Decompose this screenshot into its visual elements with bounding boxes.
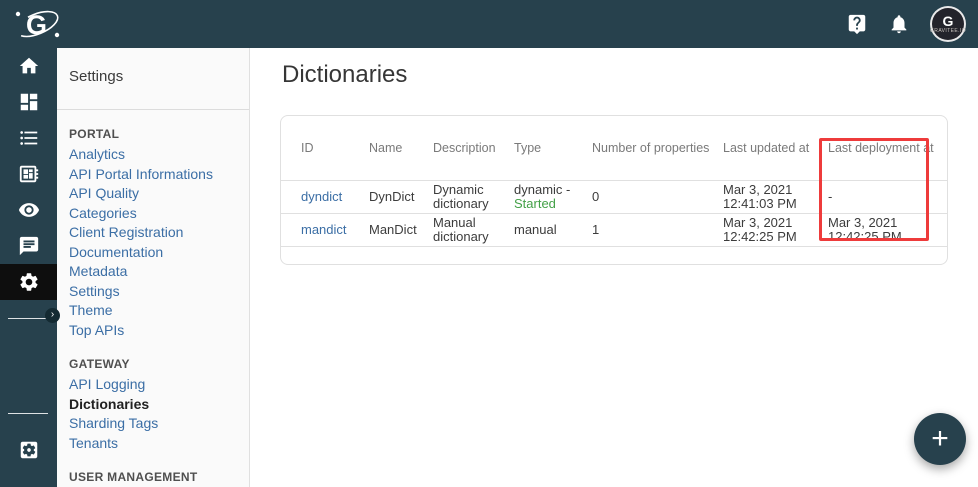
- help-icon[interactable]: [846, 13, 868, 35]
- sidebar-title: Settings: [57, 48, 249, 109]
- rail-applications-board-icon[interactable]: [0, 156, 57, 192]
- type-label: dynamic -: [514, 182, 570, 197]
- notifications-bell-icon[interactable]: [888, 13, 910, 35]
- sidebar-collapse-chevron-icon[interactable]: ›: [45, 308, 60, 323]
- user-avatar[interactable]: G GRAVITEE.IO: [930, 6, 966, 42]
- section-label-user-management: USER MANAGEMENT: [69, 470, 249, 484]
- table-header-row: ID Name Description Type Number of prope…: [281, 116, 948, 180]
- col-header-last-updated-at: Last updated at: [723, 116, 828, 180]
- cell-description: Dynamic dictionary: [433, 180, 514, 213]
- sidebar-divider: [57, 109, 249, 110]
- cell-name: DynDict: [369, 180, 433, 213]
- type-label: manual: [514, 222, 557, 237]
- dictionary-link-dyndict[interactable]: dyndict: [301, 189, 342, 204]
- sidebar-item-api-quality[interactable]: API Quality: [69, 184, 249, 204]
- rail-apis-list-icon[interactable]: [0, 120, 57, 156]
- rail-organization-settings-icon[interactable]: [0, 439, 57, 461]
- section-label-gateway: GATEWAY: [69, 357, 249, 371]
- table-row-mandict[interactable]: mandict ManDict Manual dictionary manual…: [281, 213, 948, 246]
- sidebar-item-settings[interactable]: Settings: [69, 282, 249, 302]
- sidebar-section-gateway: GATEWAY API Logging Dictionaries Shardin…: [57, 357, 249, 453]
- section-label-portal: PORTAL: [69, 127, 249, 141]
- sidebar-section-user-management: USER MANAGEMENT: [57, 470, 249, 484]
- rail-home-icon[interactable]: [0, 48, 57, 84]
- rail-divider: [8, 318, 48, 319]
- col-header-number-of-properties: Number of properties: [592, 116, 723, 180]
- cell-last-deployment: -: [828, 180, 948, 213]
- sidebar-item-sharding-tags[interactable]: Sharding Tags: [69, 414, 249, 434]
- sidebar-item-client-registration[interactable]: Client Registration: [69, 223, 249, 243]
- avatar-caption: GRAVITEE.IO: [930, 28, 966, 34]
- sidebar-item-tenants[interactable]: Tenants: [69, 434, 249, 454]
- dictionaries-table: ID Name Description Type Number of prope…: [281, 116, 948, 247]
- cell-type: dynamic - Started: [514, 180, 592, 213]
- table-row-dyndict[interactable]: dyndict DynDict Dynamic dictionary dynam…: [281, 180, 948, 213]
- sidebar-item-categories[interactable]: Categories: [69, 204, 249, 224]
- dictionary-link-mandict[interactable]: mandict: [301, 222, 347, 237]
- cell-type: manual: [514, 213, 592, 246]
- status-started: Started: [514, 196, 556, 211]
- top-header-bar: G G GRAVITEE.IO: [0, 0, 978, 48]
- col-header-description: Description: [433, 116, 514, 180]
- sidebar-item-analytics[interactable]: Analytics: [69, 145, 249, 165]
- page-title: Dictionaries: [282, 61, 407, 89]
- gravitee-logo-icon: G: [10, 2, 68, 46]
- sidebar-item-theme[interactable]: Theme: [69, 301, 249, 321]
- plus-icon: +: [931, 422, 949, 455]
- rail-dashboard-icon[interactable]: [0, 84, 57, 120]
- add-dictionary-button[interactable]: +: [914, 413, 966, 465]
- col-header-type: Type: [514, 116, 592, 180]
- cell-last-updated: Mar 3, 2021 12:42:25 PM: [723, 213, 828, 246]
- cell-properties-count: 0: [592, 180, 723, 213]
- rail-divider: [8, 413, 48, 414]
- rail-settings-gear-icon[interactable]: [0, 264, 57, 300]
- col-header-name: Name: [369, 116, 433, 180]
- sidebar-item-metadata[interactable]: Metadata: [69, 262, 249, 282]
- svg-text:G: G: [26, 10, 47, 40]
- icon-rail: [0, 48, 57, 487]
- cell-properties-count: 1: [592, 213, 723, 246]
- sidebar-section-portal: PORTAL Analytics API Portal Informations…: [57, 127, 249, 340]
- col-header-id: ID: [281, 116, 369, 180]
- sidebar-item-dictionaries[interactable]: Dictionaries: [69, 395, 249, 415]
- col-header-last-deployment-at: Last deployment at: [828, 116, 948, 180]
- sidebar-item-documentation[interactable]: Documentation: [69, 243, 249, 263]
- cell-last-deployment: Mar 3, 2021 12:42:25 PM: [828, 213, 948, 246]
- sidebar-item-api-logging[interactable]: API Logging: [69, 375, 249, 395]
- dictionaries-table-card: ID Name Description Type Number of prope…: [280, 115, 948, 265]
- settings-sidebar: Settings PORTAL Analytics API Portal Inf…: [57, 48, 250, 487]
- cell-last-updated: Mar 3, 2021 12:41:03 PM: [723, 180, 828, 213]
- rail-messages-chat-icon[interactable]: [0, 228, 57, 264]
- sidebar-item-api-portal-informations[interactable]: API Portal Informations: [69, 165, 249, 185]
- cell-description: Manual dictionary: [433, 213, 514, 246]
- sidebar-item-top-apis[interactable]: Top APIs: [69, 321, 249, 341]
- avatar-initial: G: [943, 15, 954, 28]
- main-content: Dictionaries ID Name Description Type Nu…: [250, 48, 978, 487]
- rail-audit-eye-icon[interactable]: [0, 192, 57, 228]
- cell-name: ManDict: [369, 213, 433, 246]
